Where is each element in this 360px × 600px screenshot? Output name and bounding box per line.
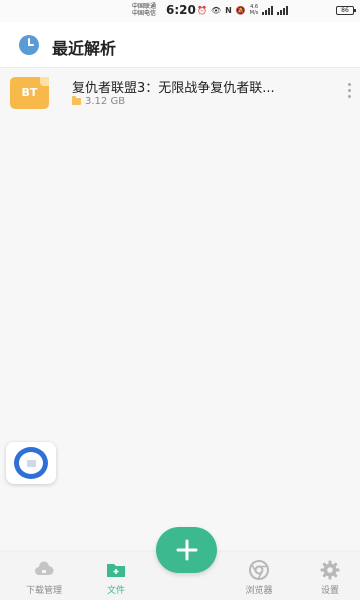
more-vertical-icon[interactable] xyxy=(344,83,354,103)
nav-item-settings[interactable]: 设置 xyxy=(300,552,360,600)
signal-icon-2 xyxy=(277,5,289,15)
clock-icon xyxy=(19,35,39,55)
cloud-download-icon xyxy=(35,561,54,575)
eye-icon: 👁 xyxy=(210,5,222,15)
nav-label-download-manager: 下载管理 xyxy=(25,586,62,596)
chrome-browser-icon xyxy=(249,560,269,580)
floating-ball-button[interactable] xyxy=(6,442,56,484)
file-name: 复仇者联盟3：无限战争复仇者联... xyxy=(72,81,275,96)
add-task-button[interactable] xyxy=(156,527,217,573)
carrier-names: 中国联通 中国电信 xyxy=(132,3,156,17)
signal-icon-1 xyxy=(262,5,274,15)
gear-icon xyxy=(320,560,340,580)
status-bar: 中国联通 中国电信 6:20 ⏰ 👁 N 🔕 4.6 M/s 86 xyxy=(0,0,360,22)
nav-item-browser[interactable]: 浏览器 xyxy=(229,552,289,600)
nav-label-files: 文件 xyxy=(106,586,125,596)
list-item[interactable]: BT 复仇者联盟3：无限战争复仇者联... 3.12 GB xyxy=(0,68,360,118)
folder-icon xyxy=(72,96,81,105)
nav-label-settings: 设置 xyxy=(320,586,339,596)
alarm-icon: ⏰ xyxy=(197,5,207,15)
file-meta: 3.12 GB xyxy=(72,96,125,107)
plus-icon xyxy=(176,539,198,561)
folder-plus-icon xyxy=(107,564,125,577)
recent-file-list: BT 复仇者联盟3：无限战争复仇者联... 3.12 GB xyxy=(0,68,360,118)
nav-item-files[interactable]: 文件 xyxy=(86,552,146,600)
app-header: 最近解析 xyxy=(0,22,360,68)
nav-item-download-manager[interactable]: 下载管理 xyxy=(14,552,74,600)
carrier-2: 中国电信 xyxy=(132,10,157,17)
nfc-icon: N xyxy=(225,5,232,15)
file-size: 3.12 GB xyxy=(85,96,126,107)
battery-icon: 86 xyxy=(336,6,356,15)
page-title: 最近解析 xyxy=(52,39,117,58)
status-time: 6:20 xyxy=(166,3,196,17)
bt-file-icon: BT xyxy=(10,77,49,109)
carrier-1: 中国联通 xyxy=(132,3,157,10)
nav-label-browser: 浏览器 xyxy=(245,586,273,596)
mute-icon: 🔕 xyxy=(235,5,246,15)
status-icons: ⏰ 👁 N 🔕 4.6 M/s xyxy=(197,4,289,16)
floating-ball-icon xyxy=(14,447,48,479)
network-speed: 4.6 M/s xyxy=(249,4,259,16)
